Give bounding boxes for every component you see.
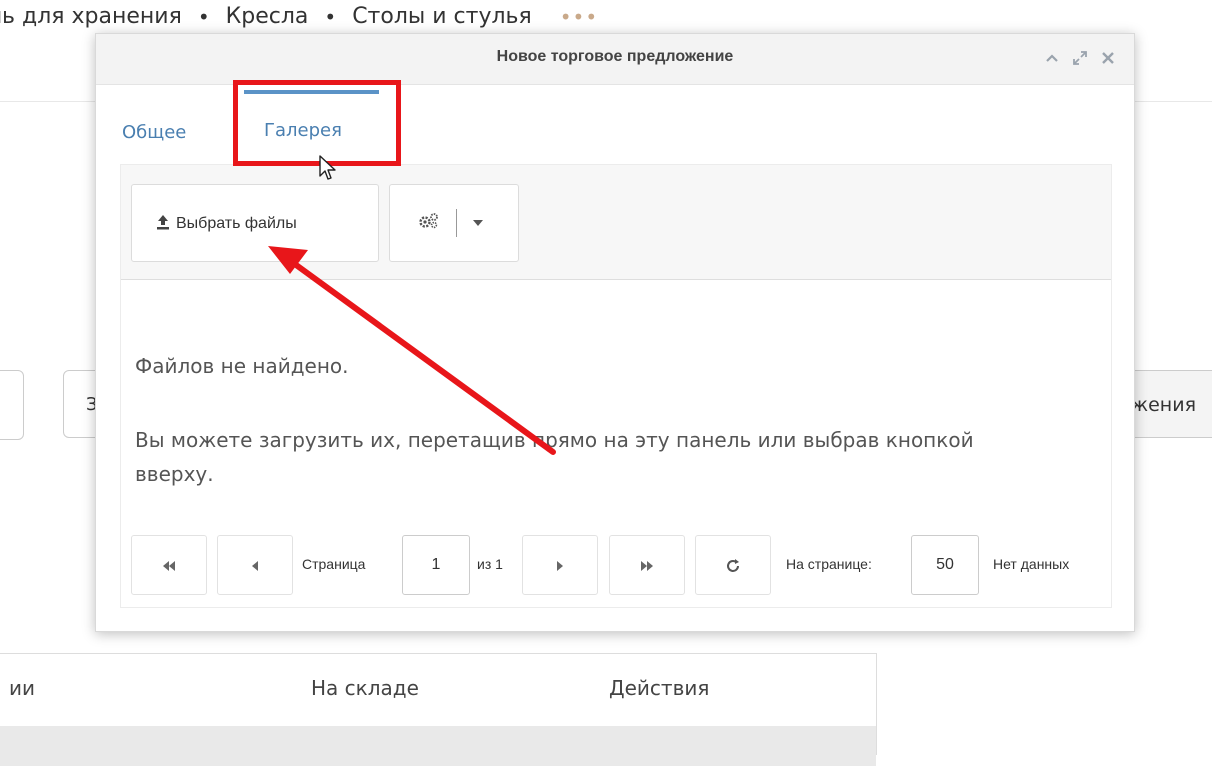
page-number-input[interactable]: 1: [402, 535, 470, 595]
first-page-button[interactable]: [131, 535, 207, 595]
page-label: Страница: [302, 556, 366, 572]
breadcrumb-item-chairs[interactable]: Кресла: [226, 4, 309, 29]
last-page-button[interactable]: [609, 535, 685, 595]
empty-message-line2: Вы можете загрузить их, перетащив прямо …: [135, 428, 974, 486]
more-icon[interactable]: •••: [560, 5, 598, 29]
breadcrumb-item-tables[interactable]: Столы и стулья: [352, 4, 532, 29]
modal-header[interactable]: Новое торговое предложение: [96, 34, 1134, 85]
maximize-icon[interactable]: [1072, 50, 1088, 66]
tab-general[interactable]: Общее: [118, 86, 228, 166]
refresh-icon: [727, 559, 739, 573]
pagination: Страница 1 из 1 На странице: 50 Нет данн…: [131, 535, 1101, 597]
new-offer-modal: Новое торговое предложение Общее Галерея: [95, 33, 1135, 632]
table-header: ии: [9, 676, 35, 700]
choose-files-label: Выбрать файлы: [176, 215, 297, 232]
caret-down-icon: [472, 216, 484, 230]
gallery-toolbar: Выбрать файлы: [121, 165, 1111, 280]
background-input[interactable]: [0, 370, 24, 440]
empty-message: Файлов не найдено. Вы можете загрузить и…: [135, 349, 1055, 491]
button-separator: [456, 209, 457, 237]
empty-message-line1: Файлов не найдено.: [135, 354, 349, 378]
first-page-icon: [163, 561, 175, 572]
gears-icon: [418, 212, 440, 235]
per-page-input[interactable]: 50: [911, 535, 979, 595]
prev-page-button[interactable]: [217, 535, 293, 595]
next-page-button[interactable]: [522, 535, 598, 595]
pager-status: Нет данных: [993, 556, 1070, 572]
upload-icon: [156, 214, 170, 235]
gallery-panel[interactable]: Выбрать файлы Файлов не найдено. Вы може…: [120, 164, 1112, 608]
settings-dropdown-button[interactable]: [389, 184, 519, 262]
breadcrumb: ль для хранения • Кресла • Столы и стуль…: [0, 4, 598, 29]
table-row[interactable]: [0, 726, 876, 766]
refresh-button[interactable]: [695, 535, 771, 595]
background-table: ии На складе Действия: [0, 653, 877, 766]
tab-gallery[interactable]: Галерея: [244, 86, 379, 166]
tab-gallery-label: Галерея: [264, 120, 342, 141]
per-page-label: На странице:: [786, 556, 872, 572]
breadcrumb-item-storage[interactable]: ль для хранения: [0, 4, 182, 29]
page-total-label: из 1: [477, 556, 503, 572]
close-icon[interactable]: [1100, 50, 1116, 66]
table-header-stock: На складе: [311, 676, 419, 700]
next-page-icon: [557, 561, 563, 572]
last-page-icon: [641, 561, 653, 572]
breadcrumb-separator: •: [324, 4, 337, 29]
active-tab-indicator: [244, 90, 379, 94]
modal-title: Новое торговое предложение: [496, 48, 734, 65]
choose-files-button[interactable]: Выбрать файлы: [131, 184, 379, 262]
table-header-actions: Действия: [609, 676, 710, 700]
breadcrumb-separator: •: [197, 4, 210, 29]
collapse-icon[interactable]: [1044, 50, 1060, 66]
prev-page-icon: [252, 561, 258, 572]
tab-general-label: Общее: [122, 122, 187, 143]
